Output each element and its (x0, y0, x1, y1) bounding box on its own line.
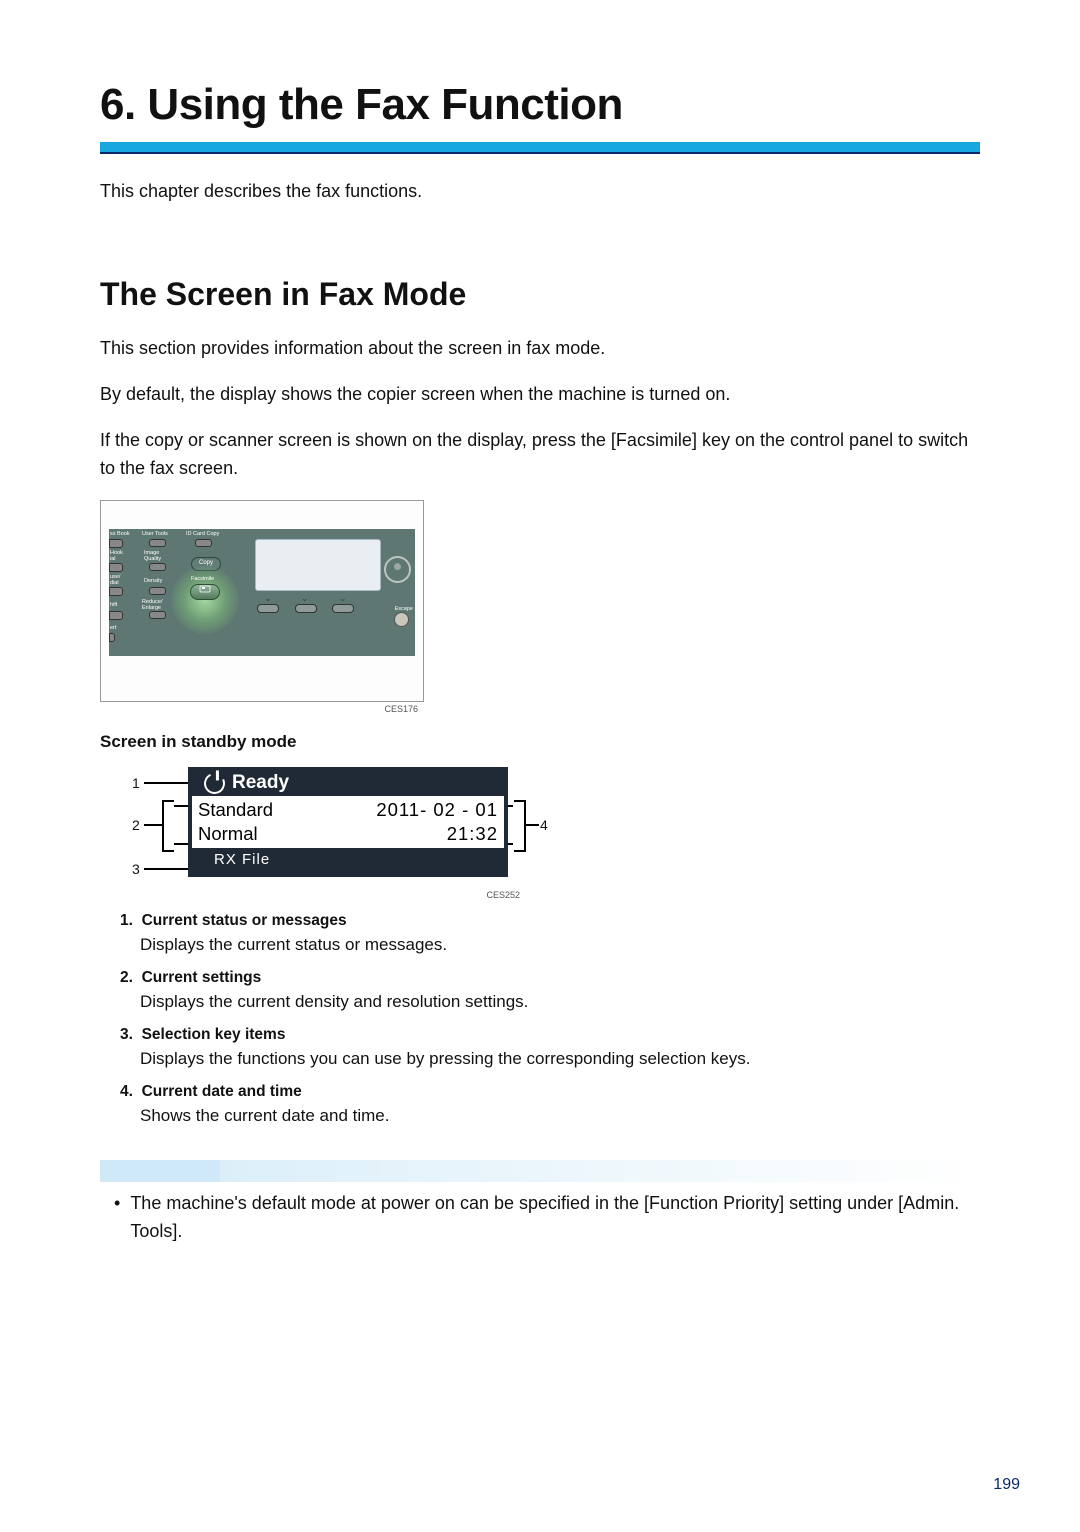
image-quality-button[interactable] (149, 563, 166, 571)
standby-heading: Screen in standby mode (100, 732, 980, 752)
note-bullet: • The machine's default mode at power on… (114, 1190, 980, 1246)
label-ert: ert (110, 626, 116, 632)
label-hook: Hook ial (110, 551, 123, 563)
escape-button[interactable] (394, 612, 409, 627)
control-panel-body: ss Book User Tools ID Card Copy Hook ial… (109, 529, 415, 656)
label-id-card-copy: ID Card Copy (186, 532, 219, 538)
figure-control-panel: ss Book User Tools ID Card Copy Hook ial… (100, 500, 422, 714)
def-title: 2. Current settings (120, 969, 980, 987)
facsimile-button[interactable] (190, 584, 220, 600)
status-row: Ready (192, 770, 504, 796)
rx-file-label: RX File (214, 851, 270, 868)
selection-key-2[interactable] (295, 604, 317, 613)
def-body: Displays the current status or messages. (140, 935, 980, 955)
ert-button[interactable] (109, 633, 115, 642)
def-title: 4. Current date and time (120, 1083, 980, 1101)
callout-bracket-2 (162, 800, 174, 852)
note-bar (100, 1160, 980, 1182)
shift-button[interactable] (109, 611, 123, 620)
def-title: 1. Current status or messages (120, 912, 980, 930)
accent-bar (100, 142, 980, 154)
lcd-screen (255, 539, 381, 591)
def-item: 4. Current date and time Shows the curre… (120, 1083, 980, 1126)
id-card-copy-button[interactable] (195, 539, 212, 547)
section-title: The Screen in Fax Mode (100, 276, 980, 313)
standby-lcd: Ready Standard Normal 2011- 02 - 01 21:3… (188, 767, 508, 877)
figure-caption-1: CES176 (100, 704, 418, 714)
section-para-1: This section provides information about … (100, 335, 980, 363)
def-body: Displays the functions you can use by pr… (140, 1049, 980, 1069)
power-icon (201, 770, 228, 797)
callout-1: 1 (132, 775, 140, 791)
label-user-tools: User Tools (142, 532, 168, 538)
section-para-3: If the copy or scanner screen is shown o… (100, 427, 980, 483)
date-value: 2011- 02 - 01 (376, 799, 498, 821)
bullet-icon: • (114, 1190, 120, 1246)
selection-row: RX File (192, 848, 504, 870)
hook-button[interactable] (109, 563, 123, 572)
time-value: 21:32 (447, 823, 498, 845)
label-image-quality: Image Quality (144, 551, 161, 563)
section-para-2: By default, the display shows the copier… (100, 381, 980, 409)
reduce-enlarge-button[interactable] (149, 611, 166, 619)
control-panel-frame: ss Book User Tools ID Card Copy Hook ial… (100, 500, 424, 702)
chapter-intro: This chapter describes the fax functions… (100, 178, 980, 206)
label-density: Density (144, 579, 162, 585)
label-shift: hift (110, 603, 117, 609)
address-book-button[interactable] (109, 539, 123, 548)
label-reduce-enlarge: Reduce/ Enlarge (142, 600, 163, 612)
def-title: 3. Selection key items (120, 1026, 980, 1044)
def-item: 1. Current status or messages Displays t… (120, 912, 980, 955)
callout-3: 3 (132, 861, 140, 877)
facsimile-icon (199, 585, 211, 593)
status-text: Ready (232, 772, 289, 794)
chevron-down-icon: ⌄ (301, 593, 309, 604)
def-item: 2. Current settings Displays the current… (120, 969, 980, 1012)
definition-list: 1. Current status or messages Displays t… (120, 912, 980, 1126)
pause-button[interactable] (109, 587, 123, 596)
callout-line (525, 824, 539, 826)
label-pause: use/ dial (110, 575, 120, 587)
def-body: Shows the current date and time. (140, 1106, 980, 1126)
settings-col-left: Standard Normal (192, 796, 348, 848)
def-item: 3. Selection key items Displays the func… (120, 1026, 980, 1069)
copy-button[interactable]: Copy (191, 557, 221, 571)
selection-key-1[interactable] (257, 604, 279, 613)
density-button[interactable] (149, 587, 166, 595)
callout-line (144, 824, 162, 826)
settings-row: Standard Normal 2011- 02 - 01 21:32 (192, 796, 504, 848)
navigation-ring[interactable] (378, 551, 416, 589)
callout-bracket-4 (514, 800, 526, 852)
settings-col-right: 2011- 02 - 01 21:32 (348, 796, 504, 848)
label-facsimile: Facsimile (191, 577, 214, 583)
callout-2: 2 (132, 817, 140, 833)
figure-caption-2: CES252 (100, 890, 520, 900)
page: 6. Using the Fax Function This chapter d… (0, 0, 1080, 1532)
callout-4: 4 (540, 817, 548, 833)
label-address-book: ss Book (110, 532, 130, 538)
page-number: 199 (993, 1476, 1020, 1494)
density-value: Normal (198, 823, 342, 845)
user-tools-button[interactable] (149, 539, 166, 547)
figure-standby-screen: 1 2 3 4 Ready Standard Normal (100, 767, 555, 887)
chevron-down-icon: ⌄ (339, 593, 347, 604)
note-text: The machine's default mode at power on c… (130, 1190, 980, 1246)
def-body: Displays the current density and resolut… (140, 992, 980, 1012)
chevron-down-icon: ⌄ (264, 593, 272, 604)
selection-key-3[interactable] (332, 604, 354, 613)
resolution-value: Standard (198, 799, 342, 821)
chapter-title: 6. Using the Fax Function (100, 80, 980, 130)
